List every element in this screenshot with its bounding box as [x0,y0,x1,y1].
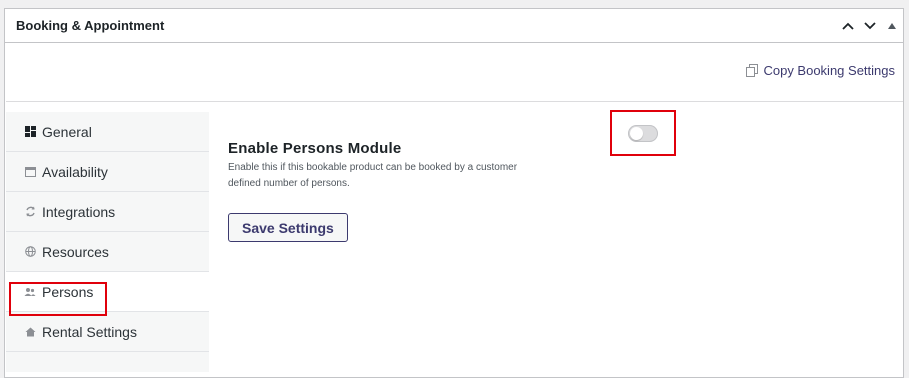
caret-up-icon [888,22,896,29]
enable-persons-toggle[interactable] [628,124,658,142]
chevron-down-icon [864,21,876,29]
toggle-highlight [610,110,676,156]
save-settings-button[interactable]: Save Settings [228,213,348,242]
panel-header: Booking & Appointment [5,9,903,43]
home-icon [24,326,36,338]
tab-label: General [42,123,92,140]
booking-tabs: General Availability Integrations Resour… [6,112,209,372]
tab-label: Persons [42,283,94,300]
panel-title: Booking & Appointment [16,18,165,33]
move-up-button[interactable] [837,9,859,42]
tab-integrations[interactable]: Integrations [6,192,209,232]
panel-handle-actions [837,9,903,42]
tab-availability[interactable]: Availability [6,152,209,192]
tab-label: Availability [42,163,108,180]
enable-persons-description: Enable this if this bookable product can… [228,162,518,189]
copy-icon [746,64,759,77]
enable-persons-title: Enable Persons Module [228,140,402,157]
persons-icon [24,286,36,298]
tab-resources[interactable]: Resources [6,232,209,272]
copy-booking-settings-link[interactable]: Copy Booking Settings [763,63,895,78]
dashboard-icon [24,126,36,138]
toggle-panel-button[interactable] [881,9,903,42]
header-divider [6,101,903,102]
move-down-button[interactable] [859,9,881,42]
tab-persons[interactable]: Persons [6,272,209,312]
tab-label: Rental Settings [42,323,137,340]
toggle-knob [630,126,643,140]
copy-booking-settings[interactable]: Copy Booking Settings [746,63,895,78]
tab-general[interactable]: General [6,112,209,152]
chevron-up-icon [842,22,854,30]
tab-label: Resources [42,243,109,260]
calendar-icon [24,166,36,178]
tab-rental-settings[interactable]: Rental Settings [6,312,209,352]
globe-icon [24,246,36,258]
sync-icon [24,206,36,218]
tab-label: Integrations [42,203,116,220]
